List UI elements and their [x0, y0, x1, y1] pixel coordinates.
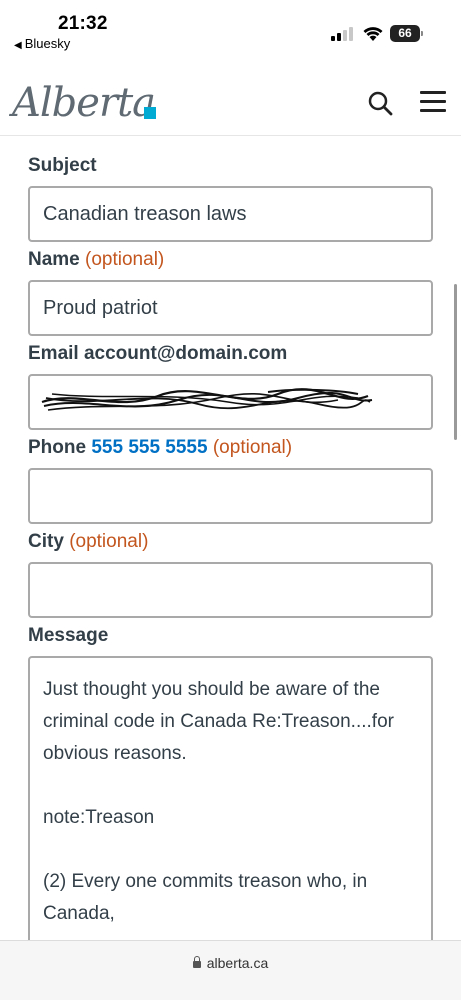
city-optional-hint: (optional): [69, 531, 149, 552]
subject-input[interactable]: [28, 186, 433, 242]
alberta-logo[interactable]: Alberta: [10, 76, 160, 132]
hamburger-menu-icon[interactable]: [420, 90, 446, 114]
cellular-signal-icon: [331, 27, 355, 41]
page-scrollbar[interactable]: [454, 284, 457, 440]
logo-accent-square: [144, 107, 156, 119]
wifi-icon: [363, 27, 383, 41]
browser-address-bar[interactable]: alberta.ca: [0, 940, 461, 1000]
name-optional-hint: (optional): [85, 249, 165, 270]
email-label: Email account@domain.com: [28, 343, 288, 364]
phone-optional-hint: (optional): [212, 437, 293, 458]
city-label: City (optional): [28, 531, 149, 552]
message-textarea[interactable]: Just thought you should be aware of the …: [28, 656, 433, 940]
site-header: Alberta: [0, 70, 461, 136]
name-input[interactable]: [28, 280, 433, 336]
email-format-hint: account@domain.com: [83, 343, 288, 364]
name-label: Name (optional): [28, 249, 165, 270]
phone-input[interactable]: [28, 468, 433, 524]
lock-icon: [192, 956, 201, 968]
url-text: alberta.ca: [206, 955, 269, 971]
city-input[interactable]: [28, 562, 433, 618]
phone-format-hint: 555 555 5555: [91, 437, 208, 458]
contact-form: Subject Name (optional) Email account@do…: [28, 136, 433, 940]
phone-label: Phone 555 555 5555 (optional): [28, 437, 293, 458]
back-triangle-icon: ◀: [14, 40, 22, 51]
email-input[interactable]: [28, 374, 433, 430]
message-label: Message: [28, 625, 109, 646]
search-icon[interactable]: [367, 90, 393, 116]
status-bar: 21:32 ◀ Bluesky 66: [0, 0, 461, 58]
url-display[interactable]: alberta.ca: [0, 955, 461, 971]
clock: 21:32: [58, 13, 108, 34]
back-app-label: Bluesky: [24, 36, 71, 51]
back-to-app-link[interactable]: ◀ Bluesky: [14, 36, 70, 51]
logo-wordmark: Alberta: [12, 80, 156, 126]
email-field-wrapper: [28, 374, 433, 430]
battery-icon: 66: [390, 25, 423, 42]
subject-label: Subject: [28, 155, 97, 176]
